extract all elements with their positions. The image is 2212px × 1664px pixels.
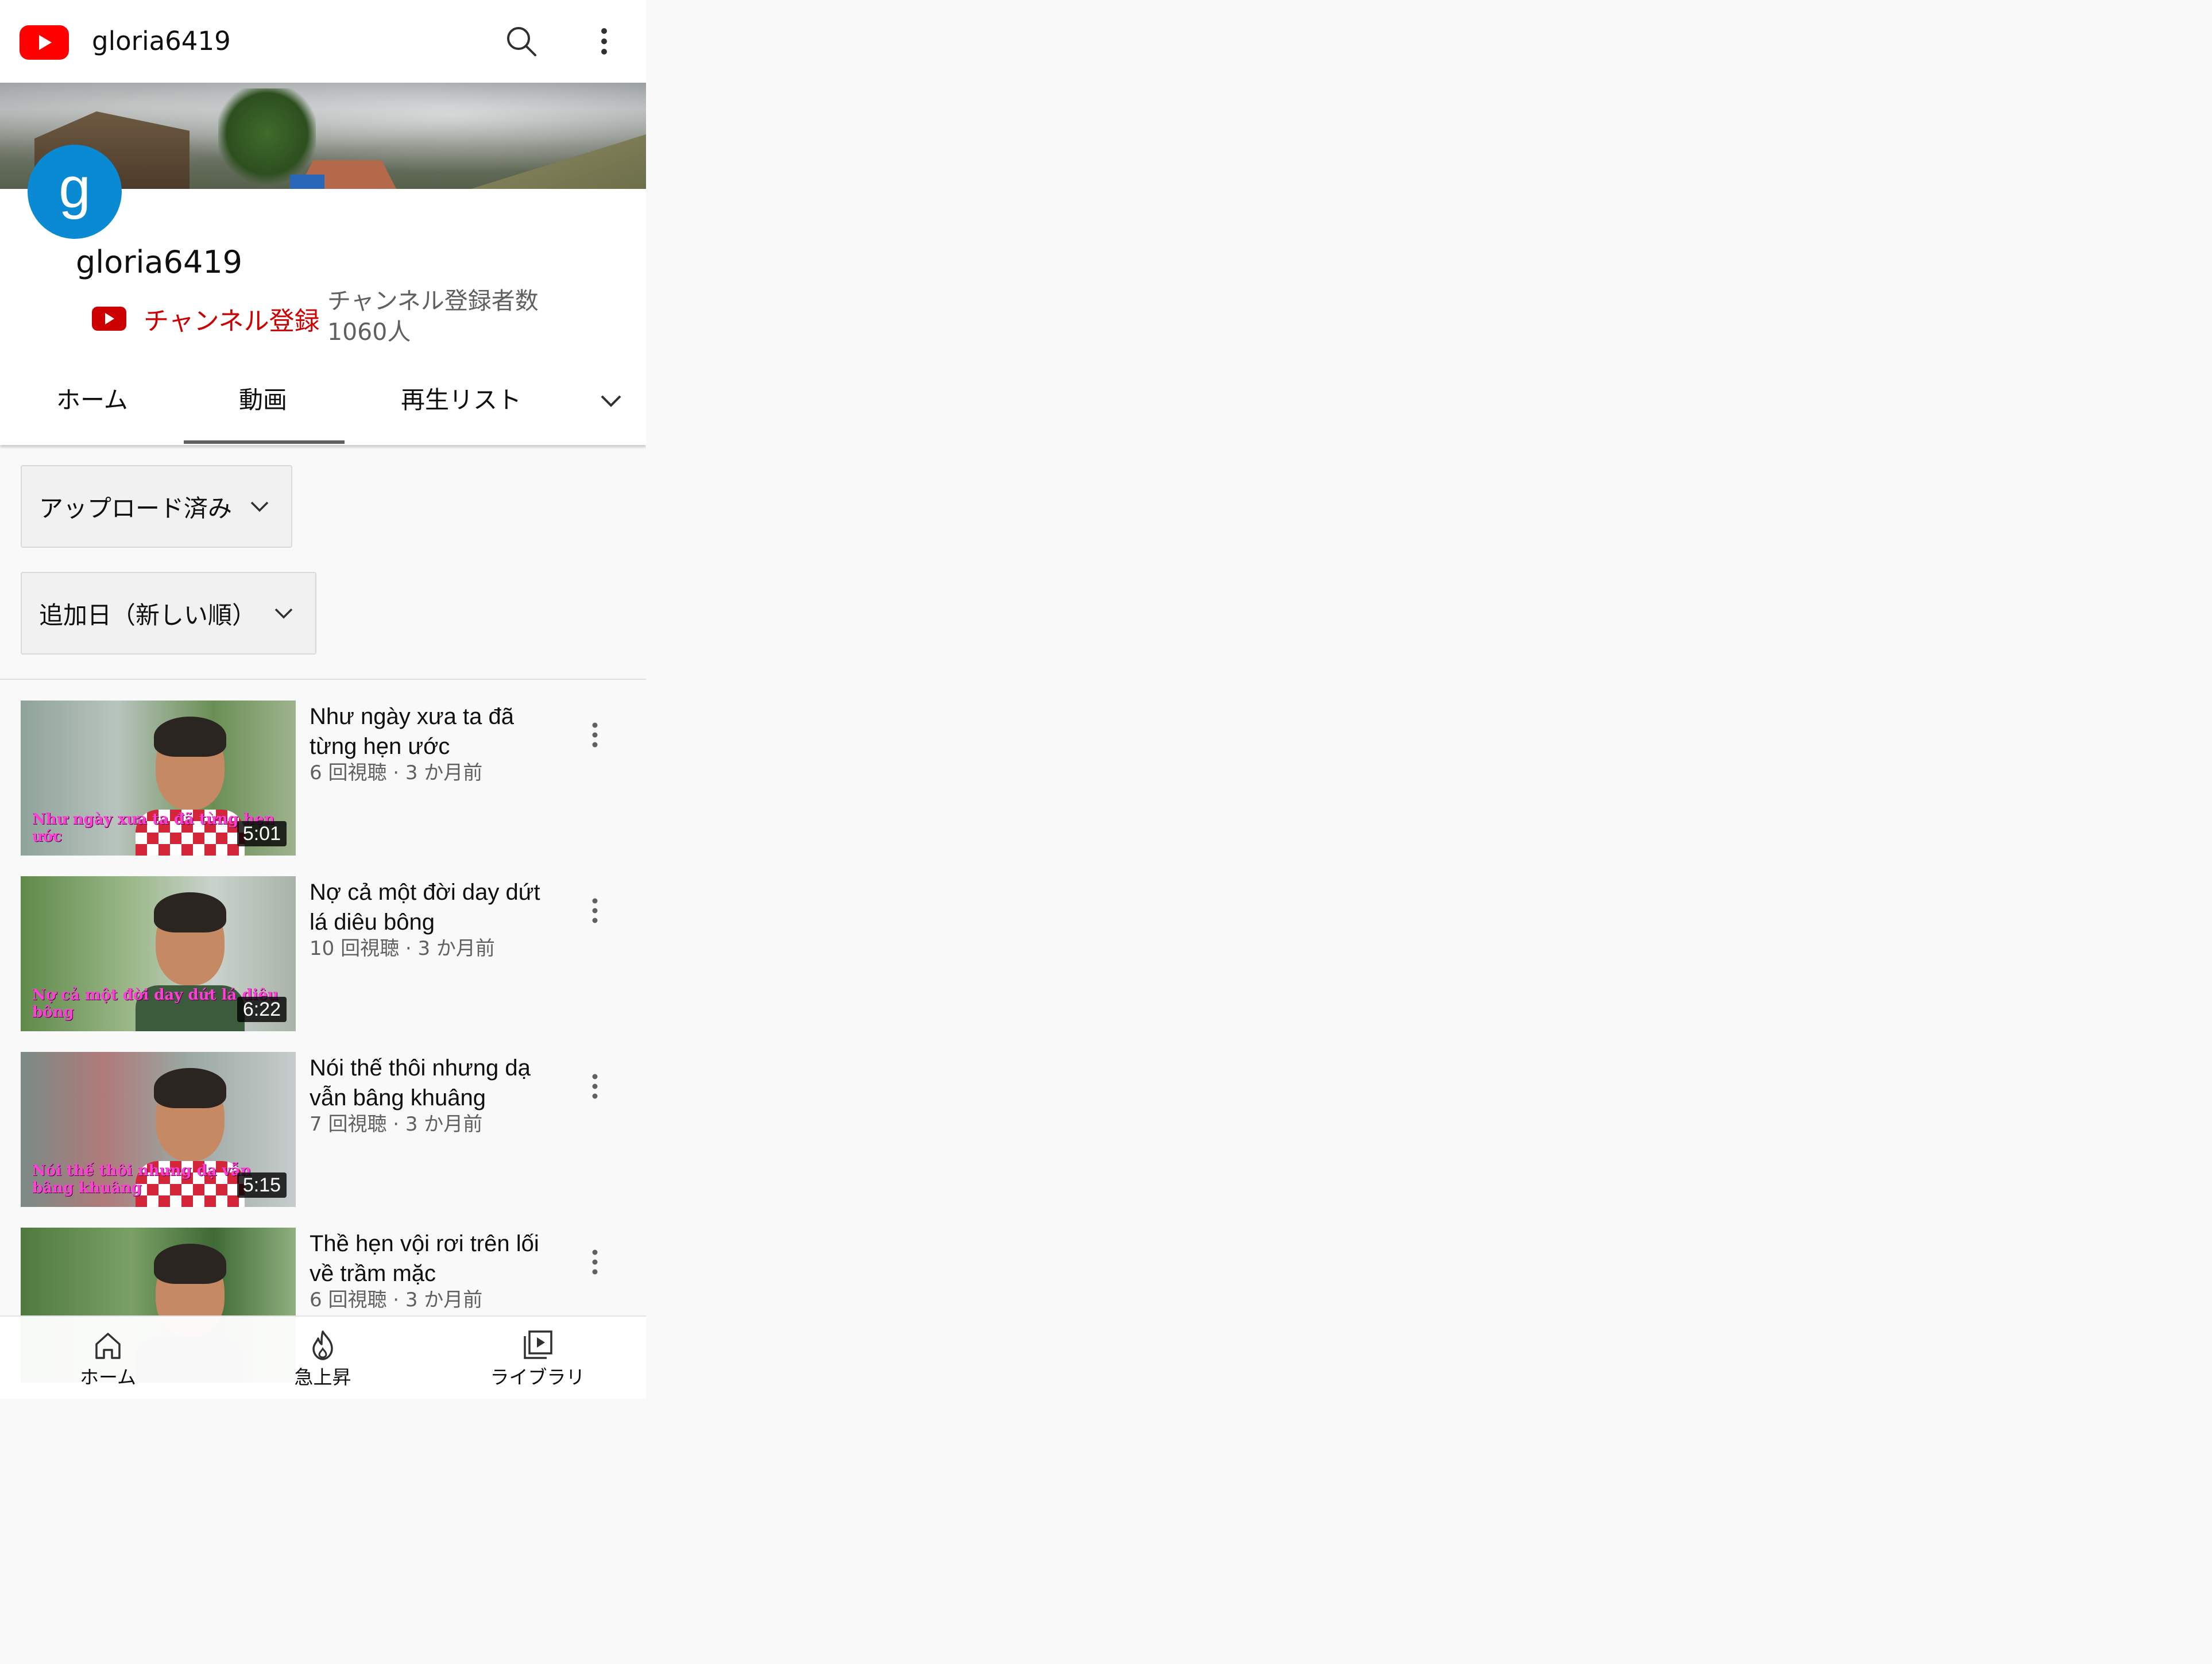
upload-filter-label: アップロード済み [39,494,233,523]
more-vert-icon[interactable] [578,1245,612,1279]
more-vert-icon[interactable] [578,1069,612,1104]
tab-videos[interactable]: 動画 [239,384,287,416]
library-icon [524,1330,552,1359]
tab-playlists[interactable]: 再生リスト [401,384,521,416]
subscribe-label: チャンネル登録 [144,307,320,336]
video-meta: 6 回視聴 · 3 か月前 [310,761,483,784]
nav-trending-label: 急上昇 [294,1366,351,1388]
nav-home[interactable]: ホーム [51,1327,165,1390]
video-list-item[interactable]: Nói thế thôi nhưng dạ vẫn bâng khuâng 5:… [21,1052,646,1207]
subscribe-button[interactable]: チャンネル登録 [92,299,320,339]
chevron-down-icon[interactable] [595,385,627,417]
sort-filter-label: 追加日（新しい順） [39,601,257,629]
channel-avatar[interactable]: g [28,145,122,239]
nav-library-label: ライブラリ [490,1366,585,1388]
video-title[interactable]: Thề hẹn vội rơi trên lối về trầm mặc [310,1229,556,1288]
top-app-bar: gloria6419 [0,0,646,84]
search-icon[interactable] [503,23,540,60]
channel-tabs: ホーム 動画 再生リスト [0,362,646,445]
more-vert-icon[interactable] [586,23,622,60]
video-thumbnail[interactable]: Nợ cả một đời day dứt lá diêu bông 6:22 [21,876,296,1031]
youtube-mobile-app: gloria6419 g gloria6419 チャンネル登録 チャンネル登録者… [0,0,646,1399]
video-meta: 10 回視聴 · 3 か月前 [310,937,495,960]
chevron-down-icon [274,608,293,619]
tab-selected-indicator [184,440,345,444]
video-title[interactable]: Nói thế thôi nhưng dạ vẫn bâng khuâng [310,1053,556,1113]
video-list-item[interactable]: Nợ cả một đời day dứt lá diêu bông 6:22 … [21,876,646,1031]
video-list-item[interactable]: Như ngày xưa ta đã từng hẹn ước 5:01 Như… [21,701,646,856]
chevron-down-icon [250,501,269,512]
topbar-channel-title: gloria6419 [92,26,231,56]
video-title[interactable]: Nợ cả một đời day dứt lá diêu bông [310,877,556,937]
subscriber-count-value: 1060人 [327,318,411,346]
youtube-logo-icon[interactable] [20,25,69,60]
channel-name: gloria6419 [76,244,243,280]
video-duration: 6:22 [237,997,287,1022]
video-duration: 5:01 [237,821,287,846]
more-vert-icon[interactable] [578,893,612,928]
video-thumbnail[interactable]: Nói thế thôi nhưng dạ vẫn bâng khuâng 5:… [21,1052,296,1207]
video-meta: 7 回視聴 · 3 か月前 [310,1113,483,1136]
subscriber-count-label: チャンネル登録者数 [327,287,539,315]
divider [0,679,646,680]
flame-icon [312,1330,333,1360]
video-meta: 6 回視聴 · 3 か月前 [310,1288,483,1311]
video-title[interactable]: Như ngày xưa ta đã từng hẹn ước [310,702,556,761]
home-icon [95,1333,121,1359]
tab-home[interactable]: ホーム [56,384,128,416]
nav-trending[interactable]: 急上昇 [265,1327,380,1390]
nav-home-label: ホーム [79,1366,136,1388]
bottom-navigation: ホーム 急上昇 ライブラリ [0,1315,646,1399]
youtube-subscribe-icon [92,307,126,331]
sort-filter-dropdown[interactable]: 追加日（新しい順） [21,572,316,655]
nav-library[interactable]: ライブラリ [480,1327,595,1390]
more-vert-icon[interactable] [578,718,612,752]
video-thumbnail[interactable]: Như ngày xưa ta đã từng hẹn ước 5:01 [21,701,296,856]
upload-filter-dropdown[interactable]: アップロード済み [21,465,292,548]
video-duration: 5:15 [237,1172,287,1198]
